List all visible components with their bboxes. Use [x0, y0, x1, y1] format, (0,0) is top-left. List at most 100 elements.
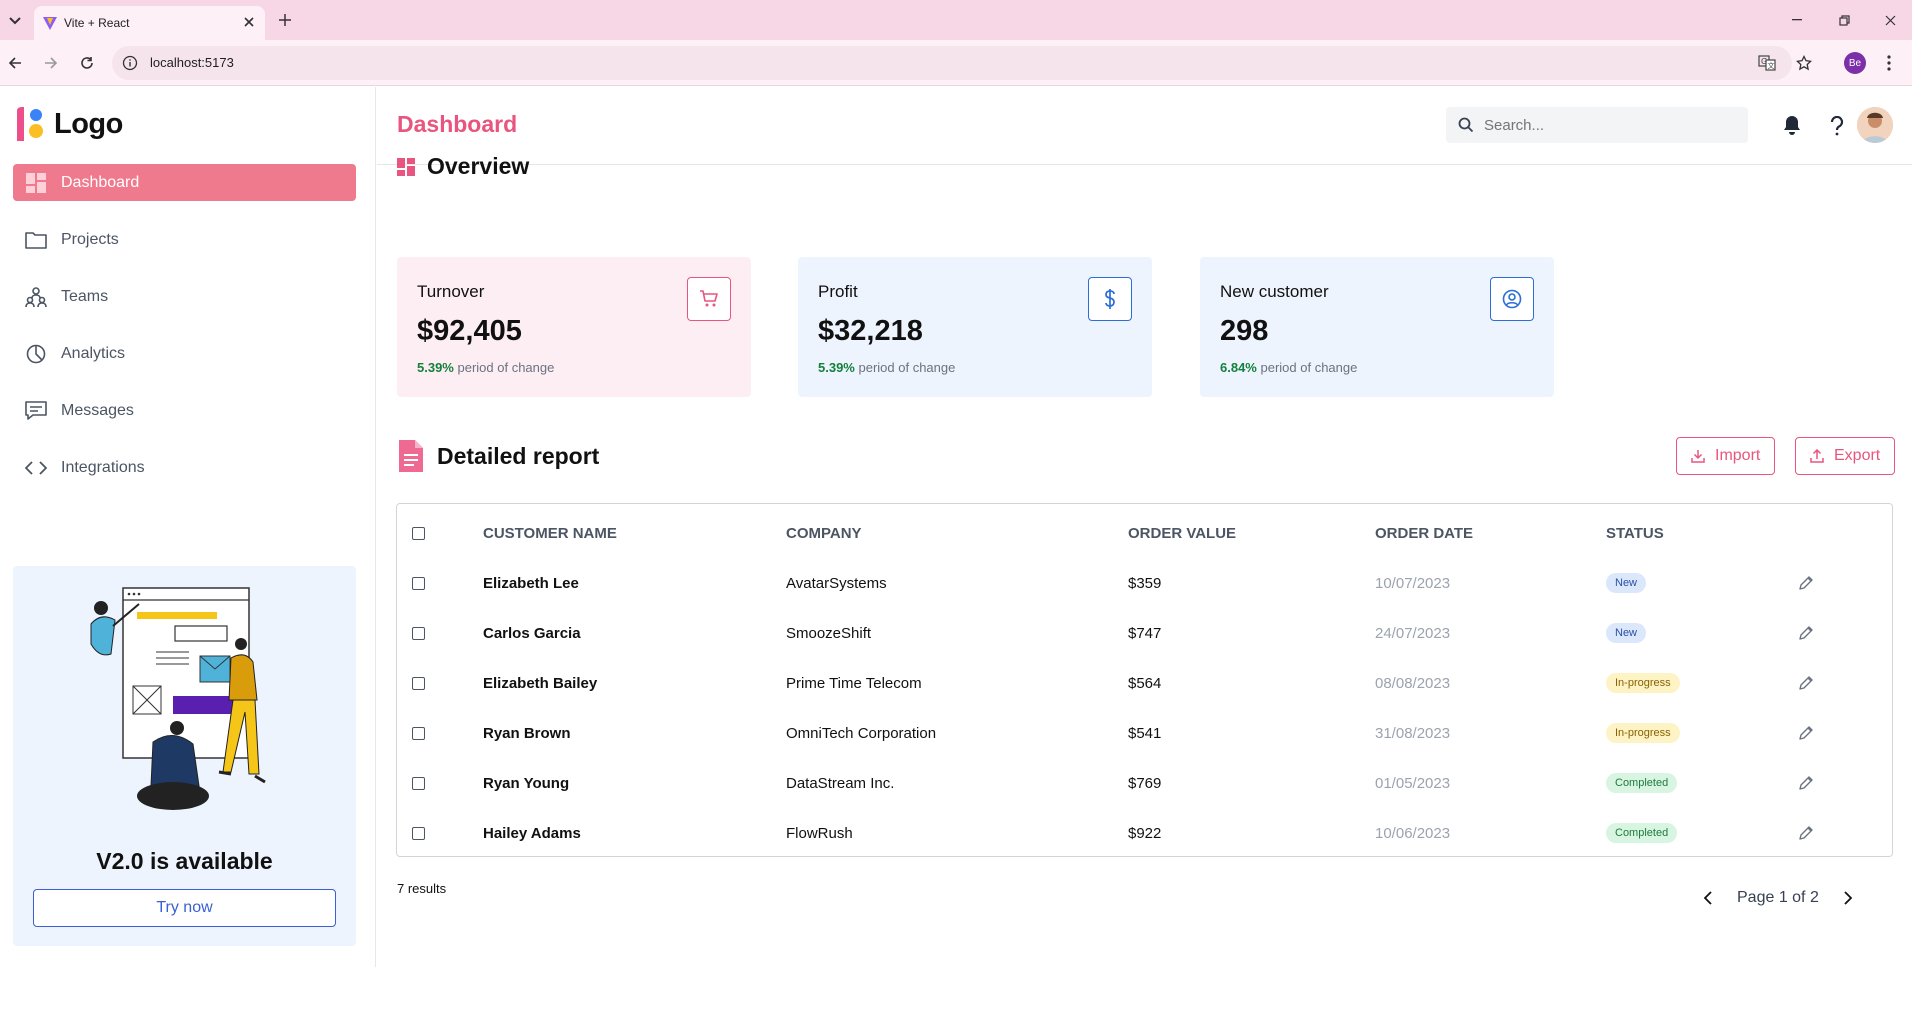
- sidebar-item-label: Teams: [61, 287, 109, 305]
- table-row[interactable]: Hailey Adams FlowRush $922 10/06/2023 Comple…: [397, 808, 1892, 858]
- sidebar-item-label: Messages: [61, 401, 134, 419]
- column-header[interactable]: COMPANY: [786, 504, 1128, 558]
- edit-pencil-icon[interactable]: [1796, 723, 1816, 743]
- pagination: Page 1 of 2: [1697, 887, 1859, 909]
- search-input[interactable]: [1484, 116, 1724, 134]
- export-button[interactable]: Export: [1795, 437, 1896, 475]
- bookmark-star-icon[interactable]: [1796, 55, 1812, 71]
- logo-mark-icon: [17, 107, 43, 141]
- report-heading: Detailed report: [397, 440, 599, 472]
- site-info-icon[interactable]: [122, 55, 138, 71]
- tab-close-icon[interactable]: [241, 14, 257, 30]
- help-icon[interactable]: [1824, 113, 1850, 139]
- select-all-checkbox[interactable]: [412, 526, 425, 540]
- row-checkbox[interactable]: [412, 626, 425, 640]
- sidebar-item-messages[interactable]: Messages: [13, 392, 356, 429]
- column-header[interactable]: STATUS: [1606, 504, 1796, 558]
- table-row[interactable]: Elizabeth Bailey Prime Time Telecom $564 08…: [397, 658, 1892, 708]
- card-change: 6.84% period of change: [1220, 360, 1357, 375]
- order-value: $769: [1128, 774, 1162, 792]
- sidebar-item-projects[interactable]: Projects: [13, 221, 356, 258]
- column-header[interactable]: ORDER VALUE: [1128, 504, 1375, 558]
- edit-pencil-icon[interactable]: [1796, 673, 1816, 693]
- browser-menu-icon[interactable]: [1882, 52, 1896, 74]
- column-header[interactable]: ORDER DATE: [1375, 504, 1606, 558]
- browser-tab[interactable]: Vite + React: [34, 6, 265, 40]
- page-indicator: Page 1 of 2: [1737, 889, 1819, 906]
- promo-title: V2.0 is available: [96, 848, 273, 874]
- try-now-button[interactable]: Try now: [33, 889, 336, 927]
- minimize-icon[interactable]: [1787, 10, 1807, 30]
- chevron-left-icon[interactable]: [1697, 887, 1719, 909]
- sidebar-item-teams[interactable]: Teams: [13, 278, 356, 315]
- vite-favicon-icon: [42, 15, 58, 31]
- card-value: 298: [1220, 315, 1269, 347]
- dashboard-grid-icon: [397, 157, 415, 176]
- table-row[interactable]: Ryan Young DataStream Inc. $769 01/05/2023 C…: [397, 758, 1892, 808]
- sidebar-item-label: Integrations: [61, 458, 145, 476]
- upgrade-promo-card: V2.0 is available Try now: [13, 566, 356, 946]
- row-checkbox[interactable]: [412, 726, 425, 740]
- overview-heading: Overview: [397, 153, 529, 180]
- row-checkbox[interactable]: [412, 776, 425, 790]
- url-text: localhost:5173: [150, 55, 234, 70]
- app-logo[interactable]: Logo: [14, 107, 123, 141]
- card-change: 5.39% period of change: [818, 360, 955, 375]
- svg-text:文: 文: [1768, 61, 1775, 70]
- table-row[interactable]: Elizabeth Lee AvatarSystems $359 10/07/2023…: [397, 558, 1892, 608]
- order-date: 10/06/2023: [1375, 824, 1451, 842]
- order-value: $564: [1128, 674, 1162, 692]
- sidebar-item-label: Analytics: [61, 344, 126, 362]
- browser-profile-avatar[interactable]: Be: [1844, 52, 1866, 74]
- restore-icon[interactable]: [1834, 10, 1854, 30]
- forward-arrow-icon[interactable]: [40, 52, 62, 74]
- address-bar: localhost:5173 G文 Be: [0, 40, 1912, 86]
- sidebar-item-integrations[interactable]: Integrations: [13, 449, 356, 486]
- row-checkbox[interactable]: [412, 826, 425, 840]
- company: DataStream Inc.: [786, 774, 895, 792]
- table-row[interactable]: Carlos Garcia SmoozeShift $747 24/07/2023 Ne…: [397, 608, 1892, 658]
- card-value: $92,405: [417, 315, 522, 347]
- export-label: Export: [1834, 447, 1881, 464]
- table-row[interactable]: Ryan Brown OmniTech Corporation $541 31/08/…: [397, 708, 1892, 758]
- edit-pencil-icon[interactable]: [1796, 773, 1816, 793]
- order-value: $359: [1128, 574, 1162, 592]
- cart-icon: [687, 277, 731, 321]
- sidebar-item-label: Dashboard: [61, 173, 140, 191]
- grid-icon: [25, 172, 47, 194]
- customer-name: Hailey Adams: [483, 824, 581, 842]
- edit-pencil-icon[interactable]: [1796, 573, 1816, 593]
- status-badge: Completed: [1606, 773, 1678, 793]
- row-checkbox[interactable]: [412, 676, 425, 690]
- back-arrow-icon[interactable]: [4, 52, 26, 74]
- sidebar-item-analytics[interactable]: Analytics: [13, 335, 356, 372]
- new-tab-icon[interactable]: [275, 10, 295, 30]
- status-badge: New: [1606, 623, 1647, 643]
- user-avatar[interactable]: [1857, 107, 1893, 143]
- edit-pencil-icon[interactable]: [1796, 623, 1816, 643]
- customer-name: Elizabeth Lee: [483, 574, 579, 592]
- row-checkbox[interactable]: [412, 576, 425, 590]
- edit-pencil-icon[interactable]: [1796, 823, 1816, 843]
- notification-bell-icon[interactable]: [1779, 113, 1805, 139]
- omnibox[interactable]: localhost:5173 G文: [112, 46, 1792, 80]
- search-icon: [1458, 117, 1474, 133]
- search-box[interactable]: [1446, 107, 1748, 143]
- status-badge: In-progress: [1606, 673, 1680, 693]
- profit-card: Profit $32,218 5.39% period of change: [798, 257, 1152, 397]
- order-date: 31/08/2023: [1375, 724, 1451, 742]
- reload-icon[interactable]: [76, 52, 98, 74]
- team-icon: [25, 286, 47, 308]
- import-button[interactable]: Import: [1676, 437, 1776, 475]
- chevron-right-icon[interactable]: [1837, 887, 1859, 909]
- new-customer-card: New customer 298 6.84% period of change: [1200, 257, 1554, 397]
- translate-icon[interactable]: G文: [1758, 55, 1776, 71]
- card-title: Turnover: [417, 282, 485, 301]
- tab-search-chevron-icon[interactable]: [4, 10, 26, 32]
- column-header[interactable]: CUSTOMER NAME: [483, 504, 786, 558]
- window-close-icon[interactable]: [1880, 10, 1900, 30]
- sidebar-item-dashboard[interactable]: Dashboard: [13, 164, 356, 201]
- order-date: 01/05/2023: [1375, 774, 1451, 792]
- customer-name: Carlos Garcia: [483, 624, 581, 642]
- order-value: $747: [1128, 624, 1162, 642]
